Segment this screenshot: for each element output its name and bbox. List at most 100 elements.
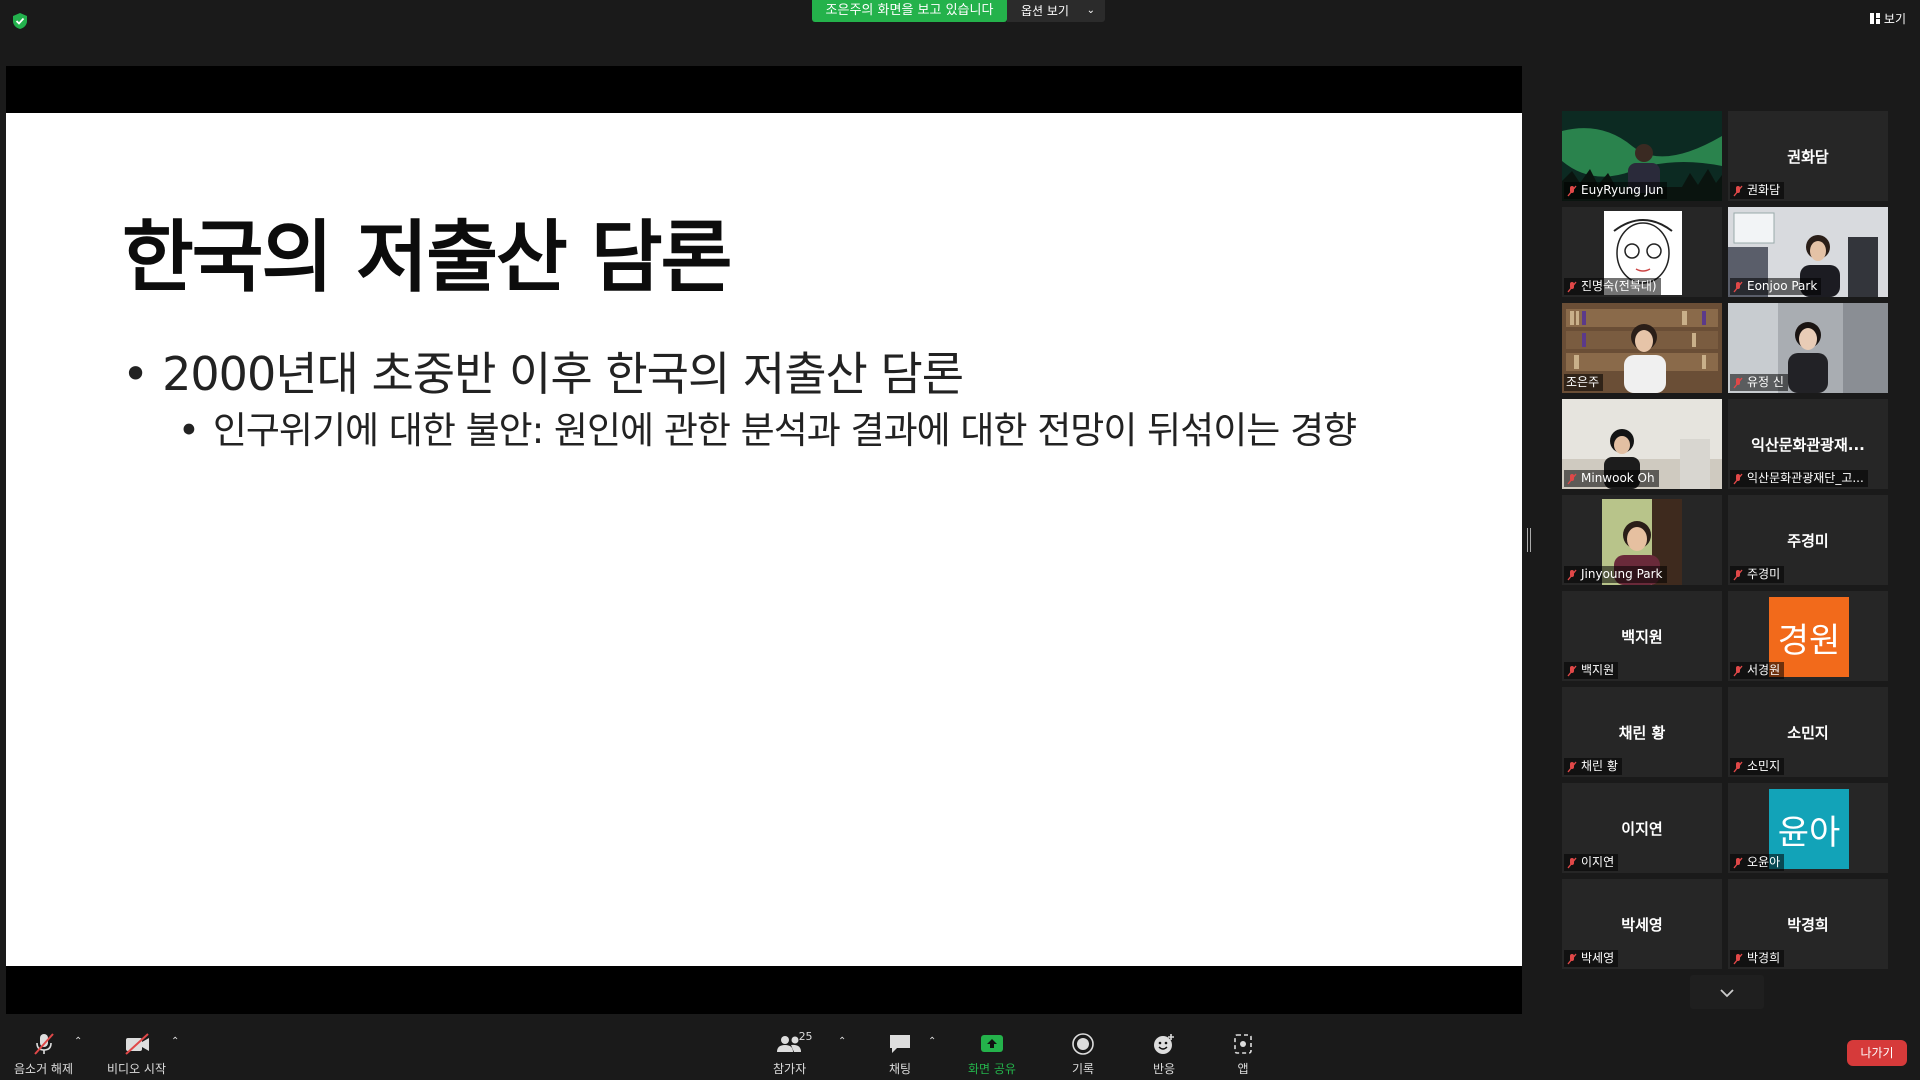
mic-muted-icon <box>1566 281 1578 293</box>
participant-nameplate: 익산문화관광재단_고... <box>1730 470 1868 487</box>
participant-tile[interactable]: 박세영 박세영 <box>1562 879 1722 969</box>
record-icon <box>1068 1032 1098 1056</box>
participant-nameplate: 이지연 <box>1564 854 1619 871</box>
participant-nameplate: 오윤아 <box>1730 854 1785 871</box>
participant-name: 유정 신 <box>1747 375 1784 389</box>
participant-nameplate: Eonjoo Park <box>1730 278 1822 295</box>
participant-name: 주경미 <box>1747 567 1781 581</box>
security-shield-icon[interactable] <box>12 12 30 30</box>
participant-name: 진명숙(전북대) <box>1581 279 1657 293</box>
participant-nameplate: 유정 신 <box>1730 374 1788 391</box>
unmute-button[interactable]: 음소거 해제 <box>14 1032 73 1077</box>
participant-nameplate: EuyRyung Jun <box>1564 182 1668 199</box>
leave-meeting-button[interactable]: 나가기 <box>1847 1040 1907 1066</box>
participant-name: 권화담 <box>1747 183 1781 197</box>
participant-tile[interactable]: 권화담 권화담 <box>1728 111 1888 201</box>
view-label: 보기 <box>1883 12 1906 26</box>
participant-tile[interactable]: 익산문화관광재... 익산문화관광재단_고... <box>1728 399 1888 489</box>
view-options-button[interactable]: 옵션 보기 ⌄ <box>1007 0 1105 22</box>
participant-nameplate: 주경미 <box>1730 566 1785 583</box>
participant-name: 채린 황 <box>1581 759 1618 773</box>
unmute-label: 음소거 해제 <box>14 1062 74 1076</box>
reactions-button[interactable]: 반응 <box>1149 1032 1179 1077</box>
participant-tile[interactable]: EuyRyung Jun <box>1562 111 1722 201</box>
participant-tile[interactable]: 소민지 소민지 <box>1728 687 1888 777</box>
participant-nameplate: 백지원 <box>1564 662 1619 679</box>
start-video-label: 비디오 시작 <box>107 1062 167 1076</box>
mic-muted-icon <box>1566 761 1578 773</box>
mic-muted-icon <box>1566 953 1578 965</box>
participant-nameplate: 권화담 <box>1730 182 1785 199</box>
mic-muted-icon <box>1566 857 1578 869</box>
smiley-plus-icon <box>1149 1032 1179 1056</box>
participants-label: 참가자 <box>773 1062 807 1076</box>
chat-button[interactable]: 채팅 <box>885 1032 915 1077</box>
mic-muted-icon <box>1732 857 1744 869</box>
chat-caret-icon[interactable]: ⌃ <box>928 1036 936 1047</box>
video-options-caret-icon[interactable]: ⌃ <box>171 1036 179 1047</box>
slide-bullet-level2: • 인구위기에 대한 불안: 원인에 관한 분석과 결과에 대한 전망이 뒤섞이는… <box>178 400 1357 454</box>
mic-off-icon <box>29 1032 59 1056</box>
participant-tile[interactable]: Jinyoung Park <box>1562 495 1722 585</box>
mic-muted-icon <box>1566 473 1578 485</box>
slide-bullet1-text: 2000년대 초중반 이후 한국의 저출산 담론 <box>162 347 964 401</box>
participant-tile[interactable]: 이지연 이지연 <box>1562 783 1722 873</box>
participant-name: 서경원 <box>1747 663 1781 677</box>
participant-nameplate: 박세영 <box>1564 950 1619 967</box>
view-button[interactable]: 보기 <box>1869 10 1906 27</box>
participant-nameplate: Minwook Oh <box>1564 470 1659 487</box>
participant-tile[interactable]: Eonjoo Park <box>1728 207 1888 297</box>
mic-muted-icon <box>1566 185 1578 197</box>
participant-tile[interactable]: Minwook Oh <box>1562 399 1722 489</box>
mic-muted-icon <box>1732 569 1744 581</box>
participant-name: Eonjoo Park <box>1747 279 1818 293</box>
participant-nameplate: 채린 황 <box>1564 758 1622 775</box>
slide-bullet2-text: 인구위기에 대한 불안: 원인에 관한 분석과 결과에 대한 전망이 뒤섞이는 … <box>212 409 1357 452</box>
reactions-label: 반응 <box>1152 1062 1176 1076</box>
meeting-toolbar: 음소거 해제 ⌃ 비디오 시작 ⌃ 25 참가자 ⌃ 채팅 ⌃ 화면 공유 기록 <box>0 1022 1920 1080</box>
participant-name: Minwook Oh <box>1581 471 1655 485</box>
mic-muted-icon <box>1732 953 1744 965</box>
mic-muted-icon <box>1732 185 1744 197</box>
panel-resize-handle[interactable] <box>1527 528 1532 552</box>
participant-tile[interactable]: 유정 신 <box>1728 303 1888 393</box>
participant-nameplate: 서경원 <box>1730 662 1785 679</box>
audio-options-caret-icon[interactable]: ⌃ <box>74 1036 82 1047</box>
participant-tile[interactable]: 진명숙(전북대) <box>1562 207 1722 297</box>
top-bar: 조은주의 화면을 보고 있습니다 옵션 보기 ⌄ 보기 <box>0 0 1920 36</box>
participant-name: 소민지 <box>1747 759 1781 773</box>
participant-name: 오윤아 <box>1747 855 1781 869</box>
mic-muted-icon <box>1566 665 1578 677</box>
chat-bubble-icon <box>885 1032 915 1056</box>
participant-tile-active-speaker[interactable]: 조은주 <box>1562 303 1722 393</box>
participant-name: 익산문화관광재단_고... <box>1747 471 1864 485</box>
participant-tile[interactable]: 채린 황 채린 황 <box>1562 687 1722 777</box>
mic-muted-icon <box>1732 377 1744 389</box>
participant-nameplate: 소민지 <box>1730 758 1785 775</box>
participant-name: 조은주 <box>1566 375 1600 389</box>
screen-share-banner: 조은주의 화면을 보고 있습니다 <box>812 0 1007 22</box>
gallery-next-page-button[interactable] <box>1690 975 1764 1009</box>
start-video-button[interactable]: 비디오 시작 <box>107 1032 166 1077</box>
presentation-slide: 한국의 저출산 담론 • 2000년대 초중반 이후 한국의 저출산 담론 • 인구… <box>6 113 1522 1075</box>
apps-button[interactable]: 앱 <box>1228 1032 1258 1077</box>
participant-tile[interactable]: 백지원 백지원 <box>1562 591 1722 681</box>
share-screen-button[interactable]: 화면 공유 <box>968 1032 1016 1077</box>
participant-tile[interactable]: 주경미 주경미 <box>1728 495 1888 585</box>
record-label: 기록 <box>1071 1062 1095 1076</box>
participant-tile[interactable]: 박경희 박경희 <box>1728 879 1888 969</box>
participants-icon: 25 <box>775 1030 813 1056</box>
chevron-down-icon <box>1719 983 1735 1002</box>
chat-label: 채팅 <box>888 1062 912 1076</box>
share-screen-label: 화면 공유 <box>968 1062 1016 1076</box>
participants-button[interactable]: 25 참가자 <box>773 1030 813 1077</box>
participant-name: 박세영 <box>1581 951 1615 965</box>
participant-tile[interactable]: 경원 서경원 <box>1728 591 1888 681</box>
apps-icon <box>1228 1032 1258 1056</box>
participant-nameplate: 박경희 <box>1730 950 1785 967</box>
participants-caret-icon[interactable]: ⌃ <box>838 1036 846 1047</box>
record-button[interactable]: 기록 <box>1068 1032 1098 1077</box>
participant-name: 이지연 <box>1581 855 1615 869</box>
chevron-down-icon: ⌄ <box>1086 5 1095 16</box>
participant-tile[interactable]: 윤아 오윤아 <box>1728 783 1888 873</box>
